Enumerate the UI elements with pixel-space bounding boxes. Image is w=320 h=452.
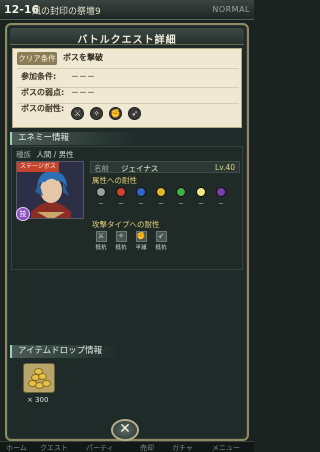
dialog-title-bar: バトルクエスト詳細 — [10, 28, 244, 46]
clear-condition-row: クリア条件 ボスを撃破 — [13, 52, 243, 69]
name-label: 名前 — [94, 164, 109, 173]
join-condition-row: 参加条件: －－－ — [13, 71, 243, 88]
difficulty-label: NORMAL — [212, 5, 250, 14]
divider — [17, 68, 239, 69]
claw-icon: ✧ — [115, 231, 127, 242]
drop-quantity: × 300 — [27, 396, 49, 404]
light-resistance: － — [192, 187, 210, 208]
water-element-icon — [136, 187, 146, 197]
water-resistance-value: － — [137, 201, 144, 208]
bottom-tab-bar: ホーム クエスト パーティ 売却 ガチャ メニュー — [0, 441, 254, 452]
item-drop-header: アイテムドロップ情報 — [10, 345, 120, 358]
sword-icon: ⚔ — [71, 107, 84, 120]
clear-condition-value: ボスを撃破 — [63, 53, 103, 62]
join-condition-value: －－－ — [71, 72, 95, 81]
attack-type-resistance-title: 攻撃タイプへの耐性 — [92, 220, 160, 229]
enemy-name: ジェイナス — [121, 164, 159, 173]
boss-weakness-value: －－－ — [71, 88, 95, 97]
wind-resistance: － — [172, 187, 190, 208]
join-condition-label: 参加条件: — [21, 72, 57, 81]
attack-type-resistance: ➶ 抵抗 — [152, 231, 170, 251]
boss-weakness-row: ボスの弱点: －－－ — [13, 87, 243, 104]
attack-type-resistance-label: 半減 — [135, 245, 147, 251]
dialog-title: バトルクエスト詳細 — [77, 35, 177, 46]
neutral-resistance-value: － — [97, 201, 104, 208]
quest-conditions-panel: クリア条件 ボスを撃破 参加条件: －－－ ボスの弱点: －－－ ボスの耐性: … — [12, 48, 242, 128]
tab-quest[interactable]: クエスト — [40, 443, 68, 452]
enemy-level: Lv.40 — [215, 163, 235, 172]
tab-home[interactable]: ホーム — [6, 443, 27, 452]
dark-resistance: － — [212, 187, 230, 208]
attack-type-resistance: ⚔ 抵抗 — [92, 231, 110, 251]
clear-condition-label: クリア条件 — [17, 52, 57, 65]
neutral-resistance: － — [92, 187, 110, 208]
battle-quest-detail-dialog: バトルクエスト詳細 クリア条件 ボスを撃破 参加条件: －－－ ボスの弱点: －… — [5, 23, 249, 441]
dark-element-icon — [216, 187, 226, 197]
sword-icon: ⚔ — [95, 231, 107, 242]
game-header: 12-16 風の封印の祭壇9 NORMAL — [0, 0, 254, 20]
thunder-resistance-value: － — [157, 201, 164, 208]
fire-resistance-value: － — [117, 201, 124, 208]
claw-icon: ✧ — [90, 107, 104, 120]
close-button[interactable]: ✕ — [111, 419, 139, 441]
element-resistance-title: 属性への耐性 — [92, 176, 137, 185]
tab-gacha[interactable]: ガチャ — [172, 443, 193, 452]
wind-resistance-value: － — [177, 201, 184, 208]
skill-badge[interactable]: 技 — [16, 207, 30, 221]
boss-weakness-label: ボスの弱点: — [21, 88, 65, 97]
spear-icon: ➶ — [128, 107, 142, 120]
thunder-element-icon — [156, 187, 166, 197]
boss-resistance-icons: ⚔ ✧ ✊ ➶ — [71, 101, 142, 120]
attack-type-resistance-label: 抵抗 — [155, 245, 167, 251]
coin — [42, 380, 51, 387]
stage-boss-badge: ステージボス — [17, 162, 59, 172]
enemy-name-box: 名前 ジェイナス Lv.40 — [90, 161, 240, 173]
tab-party[interactable]: パーティ — [86, 443, 114, 452]
race-row: 種族 人間 / 男性 — [16, 149, 74, 160]
fist-icon: ✊ — [135, 231, 147, 242]
water-resistance: － — [132, 187, 150, 208]
attack-type-resistance: ✧ 抵抗 — [112, 231, 130, 251]
light-element-icon — [196, 187, 206, 197]
gold-coins-icon[interactable] — [23, 363, 55, 393]
wind-element-icon — [176, 187, 186, 197]
boss-resistance-label: ボスの耐性: — [21, 104, 65, 113]
fist-icon: ✊ — [109, 107, 123, 120]
fire-resistance: － — [112, 187, 130, 208]
race-label: 種族 — [16, 150, 31, 159]
coin — [34, 368, 43, 375]
race-value: 人間 / 男性 — [36, 150, 74, 159]
attack-type-resistance: ✊ 半減 — [132, 231, 150, 251]
thunder-resistance: － — [152, 187, 170, 208]
boss-resistance-row: ボスの耐性: ⚔ ✧ ✊ ➶ — [13, 101, 243, 120]
neutral-element-icon — [96, 187, 106, 197]
tab-menu[interactable]: メニュー — [212, 443, 240, 452]
stage-name: 風の封印の祭壇9 — [32, 7, 101, 17]
tab-sell[interactable]: 売却 — [140, 443, 154, 452]
spear-icon: ➶ — [155, 231, 167, 242]
light-resistance-value: － — [197, 201, 204, 208]
enemy-info-header: エネミー情報 — [10, 132, 140, 145]
attack-type-resistance-label: 抵抗 — [95, 245, 107, 251]
attack-type-resistance-label: 抵抗 — [115, 245, 127, 251]
enemy-info-panel: 種族 人間 / 男性 ステージボス 技 名前 ジェイナス Lv.40 属性への耐… — [11, 146, 243, 270]
dark-resistance-value: － — [217, 201, 224, 208]
fire-element-icon — [116, 187, 126, 197]
